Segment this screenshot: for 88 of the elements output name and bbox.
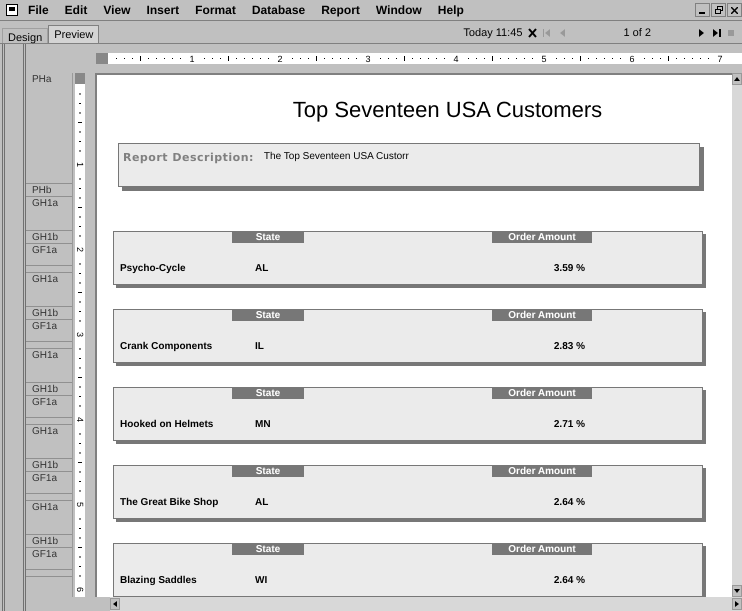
menu-item[interactable]: View — [95, 3, 138, 17]
ruler-number: 4 — [76, 417, 84, 422]
order-amount: 3.59 % — [552, 263, 585, 274]
ruler-number: 3 — [364, 54, 372, 64]
right-arrow-icon — [734, 601, 740, 607]
section-label[interactable]: GF1a — [26, 472, 72, 494]
ruler-number: 2 — [276, 54, 284, 64]
close-icon[interactable] — [528, 28, 538, 38]
left-arrow-icon — [112, 601, 118, 607]
section-label[interactable]: GF1a — [26, 396, 72, 418]
restore-icon — [714, 6, 722, 14]
menu-item[interactable]: Insert — [138, 3, 188, 17]
data-date-label: Today 11:45 — [463, 27, 522, 39]
close-icon — [731, 6, 738, 14]
minimize-button[interactable] — [695, 3, 710, 17]
order-amount: 2.83 % — [552, 341, 585, 352]
order-amount: 2.71 % — [552, 419, 585, 430]
ruler-number: 5 — [540, 54, 548, 64]
state-value: MN — [255, 419, 272, 430]
section-label[interactable]: GH1a — [26, 349, 72, 383]
column-header: Order Amount — [492, 466, 592, 477]
column-header: State — [232, 388, 304, 399]
ruler-number: 2 — [76, 247, 84, 252]
customer-name: Blazing Saddles — [119, 575, 198, 586]
column-header: Order Amount — [492, 388, 592, 399]
menu-item[interactable]: Database — [244, 3, 314, 17]
next-page-icon[interactable] — [697, 28, 706, 38]
section-label[interactable]: PHb — [26, 184, 72, 197]
column-header: State — [232, 544, 304, 555]
last-page-icon[interactable] — [712, 28, 721, 38]
down-arrow-icon — [734, 588, 740, 594]
state-value: AL — [255, 263, 270, 274]
ruler-corner — [75, 73, 85, 84]
column-header: Order Amount — [492, 544, 592, 555]
menu-item[interactable]: File — [20, 3, 57, 17]
section-label[interactable]: GH1b — [26, 459, 72, 472]
section-label[interactable]: GF1a — [26, 548, 72, 570]
order-amount: 2.64 % — [552, 497, 585, 508]
section-label[interactable]: GH1b — [26, 231, 72, 244]
section-label[interactable]: GH1a — [26, 501, 72, 535]
page-counter: 1 of 2 — [623, 27, 651, 39]
order-amount: 2.64 % — [552, 575, 585, 586]
menu-item[interactable]: Report — [313, 3, 368, 17]
section-label[interactable]: GH1b — [26, 383, 72, 396]
column-header: State — [232, 310, 304, 321]
section-label[interactable]: GH1b — [26, 535, 72, 548]
state-value: IL — [255, 341, 265, 352]
column-header: State — [232, 232, 304, 243]
ruler-number: 1 — [76, 162, 84, 167]
section-label[interactable]: GH1a — [26, 197, 72, 231]
close-button[interactable] — [727, 3, 742, 17]
state-value: AL — [255, 497, 270, 508]
customer-name: Hooked on Helmets — [119, 419, 214, 430]
horizontal-scrollbar[interactable] — [110, 597, 742, 611]
customer-name: Crank Components — [119, 341, 214, 352]
menu-item[interactable]: Format — [187, 3, 244, 17]
column-header: Order Amount — [492, 232, 592, 243]
restore-button[interactable] — [711, 3, 726, 17]
up-arrow-icon — [734, 76, 740, 82]
section-label[interactable]: PHa — [26, 73, 72, 184]
section-label[interactable]: GH1b — [26, 307, 72, 320]
description-text: The Top Seventeen USA Custorr — [264, 151, 409, 164]
section-label[interactable]: GF1a — [26, 244, 72, 266]
ruler-number: 6 — [628, 54, 636, 64]
description-label: Report Description: — [123, 151, 254, 166]
menu-item[interactable]: Edit — [56, 3, 96, 17]
ruler-number: 1 — [188, 54, 196, 64]
column-header: Order Amount — [492, 310, 592, 321]
customer-name: The Great Bike Shop — [119, 497, 220, 508]
ruler-corner — [96, 53, 108, 64]
vertical-scrollbar[interactable] — [732, 73, 742, 597]
menu-item[interactable]: Window — [368, 3, 430, 17]
ruler-number: 7 — [716, 54, 724, 64]
tab[interactable]: Preview — [48, 25, 100, 43]
app-icon[interactable] — [6, 4, 18, 16]
state-value: WI — [255, 575, 268, 586]
customer-name: Psycho-Cycle — [119, 263, 187, 274]
section-label[interactable]: GH1a — [26, 425, 72, 459]
section-label[interactable]: GH1a — [26, 273, 72, 307]
section-label[interactable]: GF1a — [26, 320, 72, 342]
ruler-number: 6 — [76, 587, 84, 592]
menu-item[interactable]: Help — [430, 3, 472, 17]
tab[interactable]: Design — [2, 28, 48, 43]
report-title: Top Seventeen USA Customers — [292, 97, 604, 123]
ruler-number: 5 — [76, 502, 84, 507]
column-header: State — [232, 466, 304, 477]
ruler-number: 3 — [76, 332, 84, 337]
ruler-number: 4 — [452, 54, 460, 64]
